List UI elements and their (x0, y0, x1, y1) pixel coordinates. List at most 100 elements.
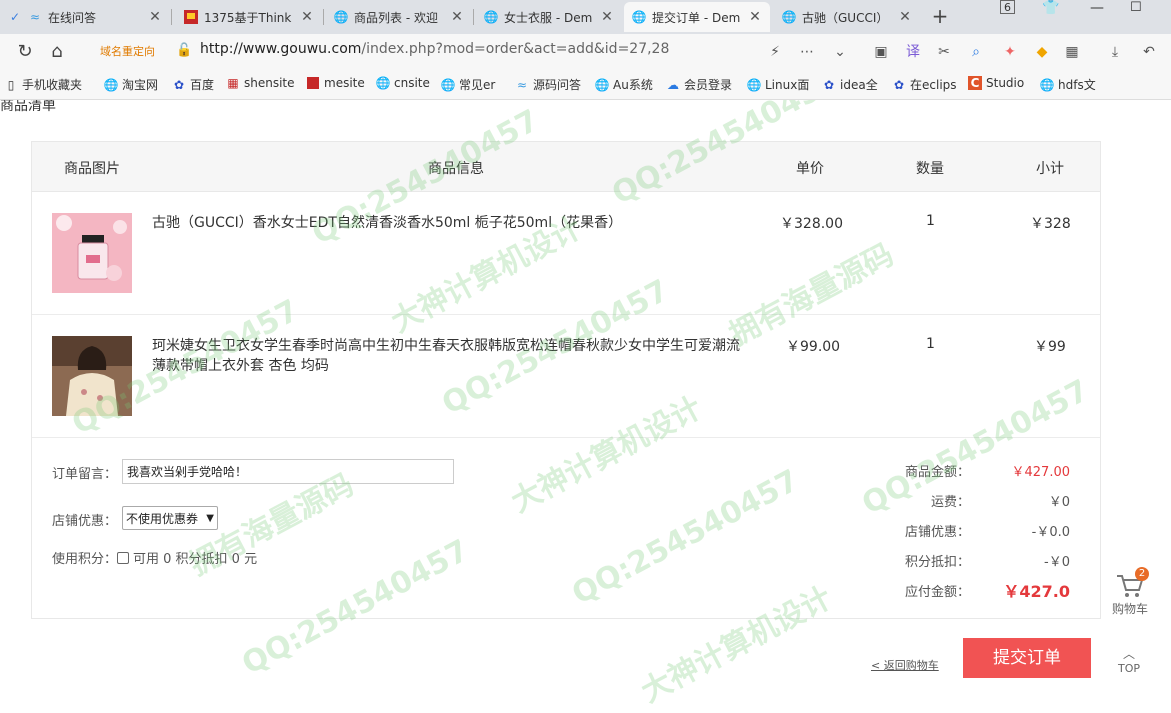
header-image: 商品图片 (64, 161, 120, 177)
header-subtotal: 小计 (1036, 161, 1064, 177)
header-price: 单价 (796, 161, 824, 177)
product-image-hoodie[interactable] (52, 336, 132, 416)
search-icon[interactable]: ⌕ (966, 42, 986, 62)
summary-label-points: 积分抵扣： (904, 555, 970, 570)
insecure-icon[interactable]: 🔓 (176, 43, 192, 58)
bookmark-shensite[interactable]: ▦ shensite (226, 76, 298, 90)
translate-icon[interactable]: 译 (903, 42, 923, 62)
bookmark-cnsite[interactable]: 🌐 cnsite (376, 76, 434, 90)
back-to-cart-link[interactable]: < 返回购物车 (871, 657, 939, 673)
minimize-icon[interactable]: — (1090, 0, 1104, 16)
close-icon[interactable]: ✕ (898, 9, 912, 25)
globe-icon: 🌐 (333, 10, 349, 24)
header-info: 商品信息 (428, 161, 484, 177)
side-top-label: TOP (1117, 662, 1140, 675)
phone-icon: ▯ (7, 77, 15, 92)
reader-icon[interactable]: ▣ (871, 42, 891, 62)
order-table: 商品图片 商品信息 单价 数量 小计 古驰（GUCCI）香水女士EDT自然清香淡… (31, 141, 1101, 619)
download-icon[interactable]: ⤓ (1105, 42, 1125, 62)
more-icon[interactable]: ⋯ (797, 42, 817, 62)
game-icon[interactable]: ✦ (1000, 42, 1020, 62)
url-path: /index.php?mod=order&act=add&id=27,28 (361, 41, 670, 57)
close-icon[interactable]: ✕ (300, 9, 314, 25)
summary-label-goods: 商品金额： (904, 465, 970, 480)
points-text: 可用 0 积分抵扣 0 元 (133, 552, 258, 567)
tab-online-qa[interactable]: ✓ ≈ 在线问答 ✕ (0, 2, 170, 32)
undo-icon[interactable]: ↶ (1139, 42, 1159, 62)
bookmark-linux[interactable]: 🌐 Linux面 (747, 76, 809, 93)
tab-thinkphp[interactable]: 1375基于Think ✕ (176, 2, 322, 32)
bookmark-baidu[interactable]: ✿ 百度 (172, 76, 218, 93)
bookmarks-bar: ▯ 手机收藏夹 🌐 淘宝网 ✿ 百度 ▦ shensite mesite 🌐 cnsite… (0, 68, 1171, 100)
side-cart-button[interactable]: 2 购物车 (1104, 567, 1156, 617)
product-image-perfume[interactable] (52, 213, 132, 293)
globe-icon: 🌐 (631, 10, 647, 24)
tab-submit-order[interactable]: 🌐 提交订单 - Dem ✕ (624, 2, 770, 32)
globe-icon: 🌐 (1040, 77, 1055, 92)
url-field[interactable]: http://www.gouwu.com/index.php?mod=order… (200, 41, 669, 57)
tab-separator (171, 9, 172, 25)
tab-product-list[interactable]: 🌐 商品列表 - 欢迎 ✕ (326, 2, 472, 32)
order-message-input[interactable] (122, 459, 454, 484)
lightning-icon[interactable]: ⚡ (765, 42, 785, 62)
browser-tab-bar: ✓ ≈ 在线问答 ✕ 1375基于Think ✕ 🌐 商品列表 - 欢迎 ✕ 🌐… (0, 0, 1171, 34)
bookmark-studio[interactable]: C Studio (968, 76, 1026, 90)
close-icon[interactable]: ✕ (600, 9, 614, 25)
table-header: 商品图片 商品信息 单价 数量 小计 (32, 142, 1100, 192)
product-qty: 1 (926, 336, 935, 352)
coupon-select[interactable]: 不使用优惠券 ▼ (122, 506, 218, 530)
cloud-icon: ☁ (667, 77, 679, 92)
window-count-badge[interactable]: 6 (1000, 0, 1015, 14)
bookmark-common-errors[interactable]: 🌐 常见er (441, 76, 499, 93)
globe-icon: 🌐 (781, 10, 797, 24)
shield-icon[interactable]: ◆ (1032, 42, 1052, 62)
close-icon[interactable]: ✕ (148, 9, 162, 25)
tab-separator (473, 9, 474, 25)
globe-icon: 🌐 (376, 76, 391, 90)
bookmark-mesite[interactable]: mesite (306, 76, 368, 90)
bookmark-au-system[interactable]: 🌐 Au系统 (595, 76, 659, 93)
apps-icon[interactable]: ▦ (1062, 42, 1082, 62)
bookmark-mobile[interactable]: ▯ 手机收藏夹 (4, 76, 96, 93)
bookmark-member-login[interactable]: ☁ 会员登录 (666, 76, 734, 93)
close-icon[interactable]: ✕ (450, 9, 464, 25)
close-icon[interactable]: ✕ (748, 9, 762, 25)
tab-women-clothes[interactable]: 🌐 女士衣服 - Dem ✕ (476, 2, 622, 32)
red-flag-icon (306, 76, 320, 90)
maximize-icon[interactable]: ☐ (1130, 0, 1142, 15)
coupon-label: 店铺优惠： (52, 514, 118, 529)
new-tab-button[interactable]: + (928, 4, 952, 28)
scissors-icon[interactable]: ✂ (934, 42, 954, 62)
points-checkbox[interactable] (117, 551, 130, 564)
summary-points: -￥0 (1044, 555, 1070, 570)
tab-separator (323, 9, 324, 25)
home-icon[interactable]: ⌂ (46, 41, 68, 63)
bookmark-eclipse[interactable]: ✿ 在eclips (892, 76, 956, 93)
bookmark-source-qa[interactable]: ≈ 源码问答 (515, 76, 587, 93)
refresh-icon[interactable]: ↻ (14, 41, 36, 63)
coupon-value: 不使用优惠券 (126, 511, 199, 526)
product-subtotal: ￥328 (1030, 216, 1071, 232)
back-to-top-button[interactable]: ︿ TOP (1112, 645, 1146, 675)
summary-label-shipping: 运费： (930, 495, 970, 510)
globe-icon: 🌐 (747, 77, 762, 92)
bookmark-idea[interactable]: ✿ idea全 (822, 76, 878, 93)
product-price: ￥99.00 (786, 339, 841, 355)
header-qty: 数量 (916, 161, 944, 177)
summary-discount: -￥0.0 (1031, 525, 1070, 540)
shirt-icon[interactable]: 👕 (1042, 0, 1059, 16)
bookmark-taobao[interactable]: 🌐 淘宝网 (104, 76, 162, 93)
summary-shipping: ￥0 (1048, 495, 1070, 510)
side-cart-label: 购物车 (1111, 602, 1148, 616)
bookmark-hdfs[interactable]: 🌐 hdfs文 (1040, 76, 1096, 93)
tab-gucci[interactable]: 🌐 古驰（GUCCI） ✕ (774, 2, 920, 32)
globe-icon: 🌐 (104, 77, 119, 92)
product-name[interactable]: 珂米婕女生卫衣女学生春季时尚高中生初中生春天衣服韩版宽松连帽春秋款少女中学生可爱… (152, 336, 752, 376)
summary-label-payable: 应付金额： (904, 585, 970, 600)
product-name[interactable]: 古驰（GUCCI）香水女士EDT自然清香淡香水50ml 栀子花50ml（花果香） (152, 213, 752, 233)
wave-icon: ≈ (29, 10, 41, 24)
order-footer: 订单留言： 店铺优惠： 不使用优惠券 ▼ 使用积分： 可用 0 积分抵扣 0 元… (32, 438, 1100, 618)
submit-order-button[interactable]: 提交订单 (963, 638, 1091, 678)
chevron-down-icon[interactable]: ⌄ (830, 42, 850, 62)
wave-icon: ≈ (516, 77, 528, 92)
